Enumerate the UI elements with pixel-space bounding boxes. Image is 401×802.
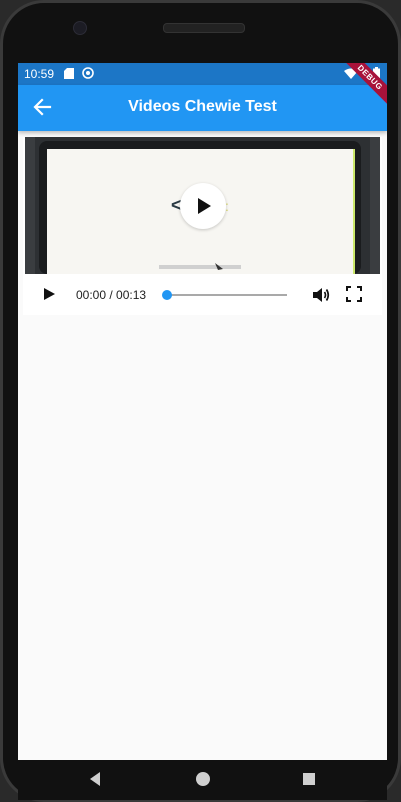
status-time: 10:59 — [24, 67, 55, 81]
status-bar: 10:59 — [18, 63, 387, 85]
video-surface[interactable]: < : — [25, 137, 380, 274]
earpiece-speaker — [163, 23, 245, 33]
system-navigation-bar — [18, 760, 387, 800]
video-right-edge — [370, 137, 380, 274]
progress-thumb[interactable] — [162, 290, 172, 300]
progress-track[interactable] — [169, 294, 287, 296]
video-controls-bar: 00:00 / 00:13 — [23, 274, 382, 315]
page-title: Videos Chewie Test — [128, 98, 277, 115]
play-icon[interactable] — [41, 286, 57, 302]
app-bar: Videos Chewie Test — [18, 85, 387, 131]
home-circle-icon[interactable] — [196, 772, 210, 786]
fullscreen-icon[interactable] — [346, 286, 362, 302]
video-player-card: < : 00:00 / 00:13 — [23, 137, 382, 315]
play-overlay-button[interactable] — [180, 183, 226, 229]
video-left-edge — [25, 137, 35, 274]
play-icon — [198, 198, 211, 214]
device-frame: 10:59 Videos Chewie Test DEBUG <: 00:00… — [0, 0, 401, 802]
recents-square-icon[interactable] — [303, 773, 315, 785]
playback-time: 00:00 / 00:13 — [76, 288, 147, 302]
volume-icon[interactable] — [311, 285, 331, 305]
app-screen: 10:59 Videos Chewie Test DEBUG <: 00:00… — [18, 63, 387, 760]
sync-icon — [82, 67, 94, 79]
back-triangle-icon[interactable] — [88, 771, 102, 787]
sd-card-icon — [64, 68, 74, 79]
front-camera — [73, 21, 87, 35]
